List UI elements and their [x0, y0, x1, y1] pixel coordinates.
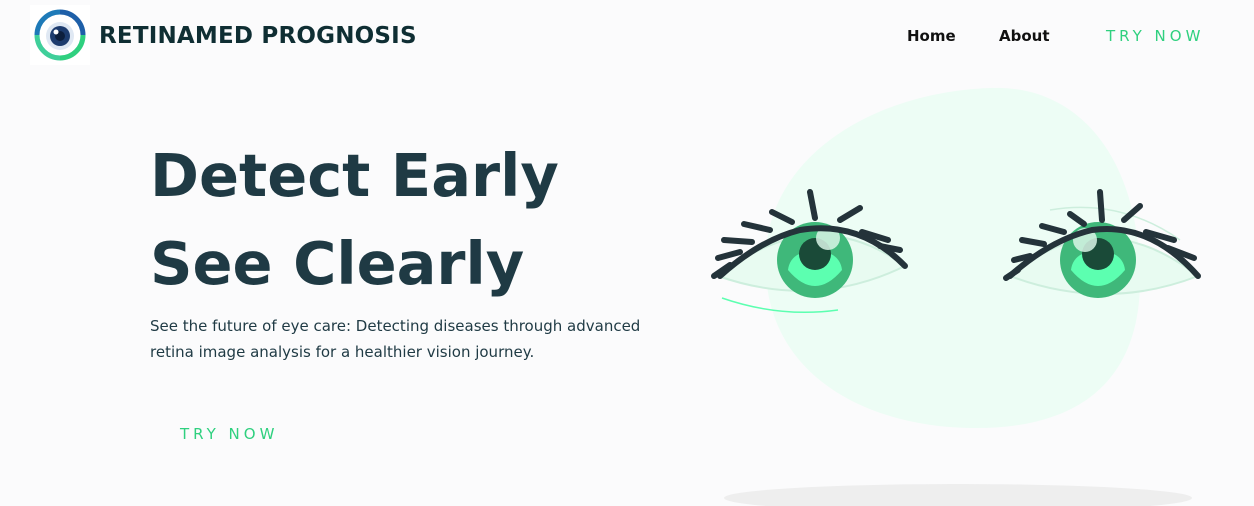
nav-about-link[interactable]: About: [999, 27, 1050, 45]
nav-try-now-button[interactable]: TRY NOW: [1106, 27, 1204, 45]
hero-title-line1: Detect Early: [150, 141, 559, 210]
hero-try-now-button[interactable]: TRY NOW: [180, 425, 278, 443]
eyes-illustration: [711, 87, 1201, 506]
hero-description: See the future of eye care: Detecting di…: [150, 317, 641, 361]
hero-title-line2: See Clearly: [150, 229, 525, 298]
eye-logo-icon[interactable]: [30, 5, 90, 65]
brand-name: RETINAMED PROGNOSIS: [99, 23, 417, 49]
hero-title: Detect Early See Clearly: [150, 132, 559, 308]
nav-home-link[interactable]: Home: [907, 27, 956, 45]
top-header: RETINAMED PROGNOSIS Home About TRY NOW: [0, 0, 1254, 74]
